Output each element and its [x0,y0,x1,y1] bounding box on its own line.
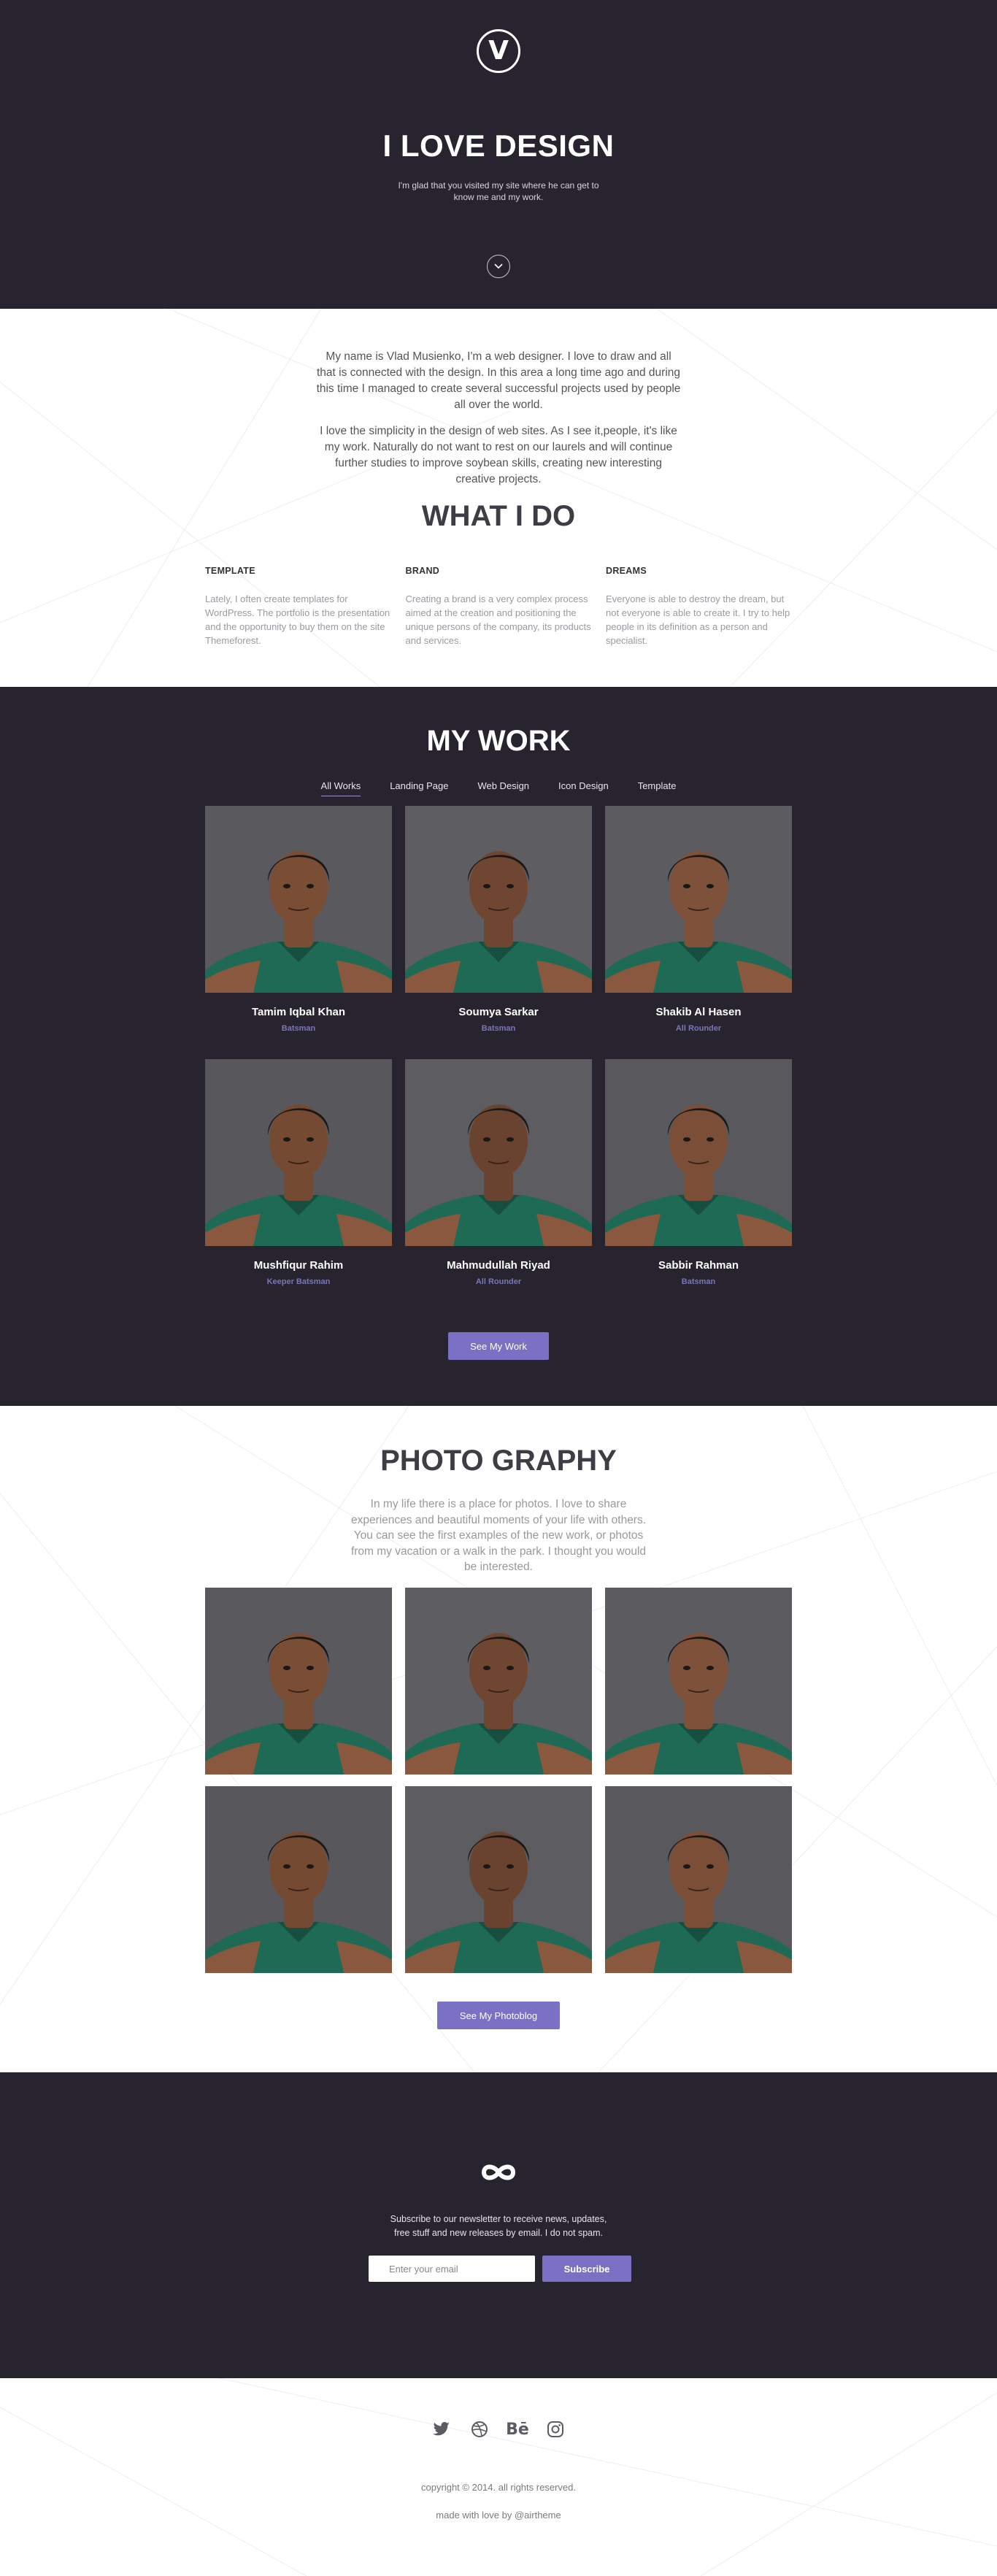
card-role: All Rounder [675,1024,722,1033]
gallery-photo[interactable] [405,1786,592,1973]
photo-grid [205,1588,792,1973]
portrait-photo [405,806,592,993]
behance-label: Bē [506,2420,529,2439]
portrait-photo [605,1059,792,1246]
gallery-photo[interactable] [405,1588,592,1775]
filter-landing-page[interactable]: Landing Page [390,780,448,796]
gallery-photo[interactable] [205,1786,392,1973]
my-work-title: MY WORK [426,725,571,757]
subscribe-text: Subscribe to our newsletter to receive n… [390,2214,607,2238]
made-with-text: made with love by @airtheme [436,2510,561,2521]
work-card[interactable]: Soumya Sarkar Batsman [405,806,592,1059]
card-name: Soumya Sarkar [458,1006,539,1018]
service-dreams: DREAMS Everyone is able to destroy the d… [606,566,792,647]
work-grid: Tamim Iqbal Khan Batsman Soumya Sarkar B… [205,806,792,1312]
logo[interactable]: V [477,29,520,73]
service-text: Everyone is able to destroy the dream, b… [606,593,790,646]
about-text: My name is Vlad Musienko, I'm a web desi… [316,349,681,498]
portrait-photo [205,1059,392,1246]
photography-title: PHOTO GRAPHY [380,1445,617,1477]
background-lines [0,2378,997,2576]
card-name: Mushfiqur Rahim [253,1259,344,1272]
behance-icon[interactable]: Bē [506,2419,529,2439]
photography-section: PHOTO GRAPHY In my life there is a place… [0,1406,997,2072]
gallery-photo[interactable] [205,1588,392,1775]
chevron-down-icon [494,264,503,269]
hero-section: V I LOVE DESIGN I'm glad that you visite… [0,0,997,309]
hero-title: I LOVE DESIGN [382,128,615,163]
card-role: All Rounder [475,1277,522,1286]
my-work-section: MY WORK All Works Landing Page Web Desig… [0,687,997,1406]
work-card[interactable]: Mahmudullah Riyad All Rounder [405,1059,592,1312]
service-title: DREAMS [606,566,647,576]
photography-text: In my life there is a place for photos. … [350,1498,647,1573]
twitter-icon[interactable] [431,2419,452,2439]
email-field[interactable] [369,2256,535,2282]
card-role: Batsman [481,1024,516,1033]
service-title: TEMPLATE [205,566,255,576]
social-links: Bē [0,2419,997,2439]
service-template: TEMPLATE Lately, I often create template… [205,566,391,647]
filter-template[interactable]: Template [638,780,677,796]
about-section: My name is Vlad Musienko, I'm a web desi… [0,309,997,687]
card-role: Batsman [681,1277,716,1286]
footer: Bē copyright © 2014. all rights reserved… [0,2378,997,2576]
about-paragraph-2: I love the simplicity in the design of w… [320,425,677,485]
filter-all-works[interactable]: All Works [320,780,361,796]
subscribe-section: Subscribe to our newsletter to receive n… [0,2072,997,2378]
service-text: Lately, I often create templates for Wor… [205,593,390,646]
see-my-work-button[interactable]: See My Work [448,1332,549,1360]
card-role: Keeper Batsman [266,1277,331,1286]
portrait-photo [405,1059,592,1246]
instagram-icon[interactable] [545,2419,566,2439]
card-name: Mahmudullah Riyad [447,1259,550,1272]
copyright-text: copyright © 2014. all rights reserved. [421,2482,576,2493]
what-i-do-title: WHAT I DO [421,500,576,532]
portrait-photo [605,806,792,993]
card-name: Sabbir Rahman [658,1259,739,1272]
filter-web-design[interactable]: Web Design [477,780,529,796]
portrait-photo [205,806,392,993]
subscribe-button[interactable]: Subscribe [542,2256,631,2282]
services-list: TEMPLATE Lately, I often create template… [205,566,792,647]
work-card[interactable]: Sabbir Rahman Batsman [605,1059,792,1312]
scroll-down-button[interactable] [487,255,510,278]
filter-icon-design[interactable]: Icon Design [558,780,609,796]
service-text: Creating a brand is a very complex proce… [405,593,591,646]
infinity-icon [481,2164,516,2180]
dribbble-icon[interactable] [469,2419,490,2439]
gallery-photo[interactable] [605,1588,792,1775]
service-title: BRAND [405,566,440,576]
subscribe-form: Subscribe [369,2256,631,2282]
service-brand: BRAND Creating a brand is a very complex… [406,566,592,647]
see-my-photoblog-button[interactable]: See My Photoblog [437,2002,560,2029]
card-role: Batsman [281,1024,316,1033]
about-paragraph-1: My name is Vlad Musienko, I'm a web desi… [316,350,681,411]
gallery-photo[interactable] [605,1786,792,1973]
work-card[interactable]: Shakib Al Hasen All Rounder [605,806,792,1059]
work-card[interactable]: Mushfiqur Rahim Keeper Batsman [205,1059,392,1312]
work-filters: All Works Landing Page Web Design Icon D… [0,780,997,796]
card-name: Tamim Iqbal Khan [251,1006,346,1018]
work-card[interactable]: Tamim Iqbal Khan Batsman [205,806,392,1059]
hero-subtitle: I'm glad that you visited my site where … [398,180,599,202]
card-name: Shakib Al Hasen [655,1006,742,1018]
